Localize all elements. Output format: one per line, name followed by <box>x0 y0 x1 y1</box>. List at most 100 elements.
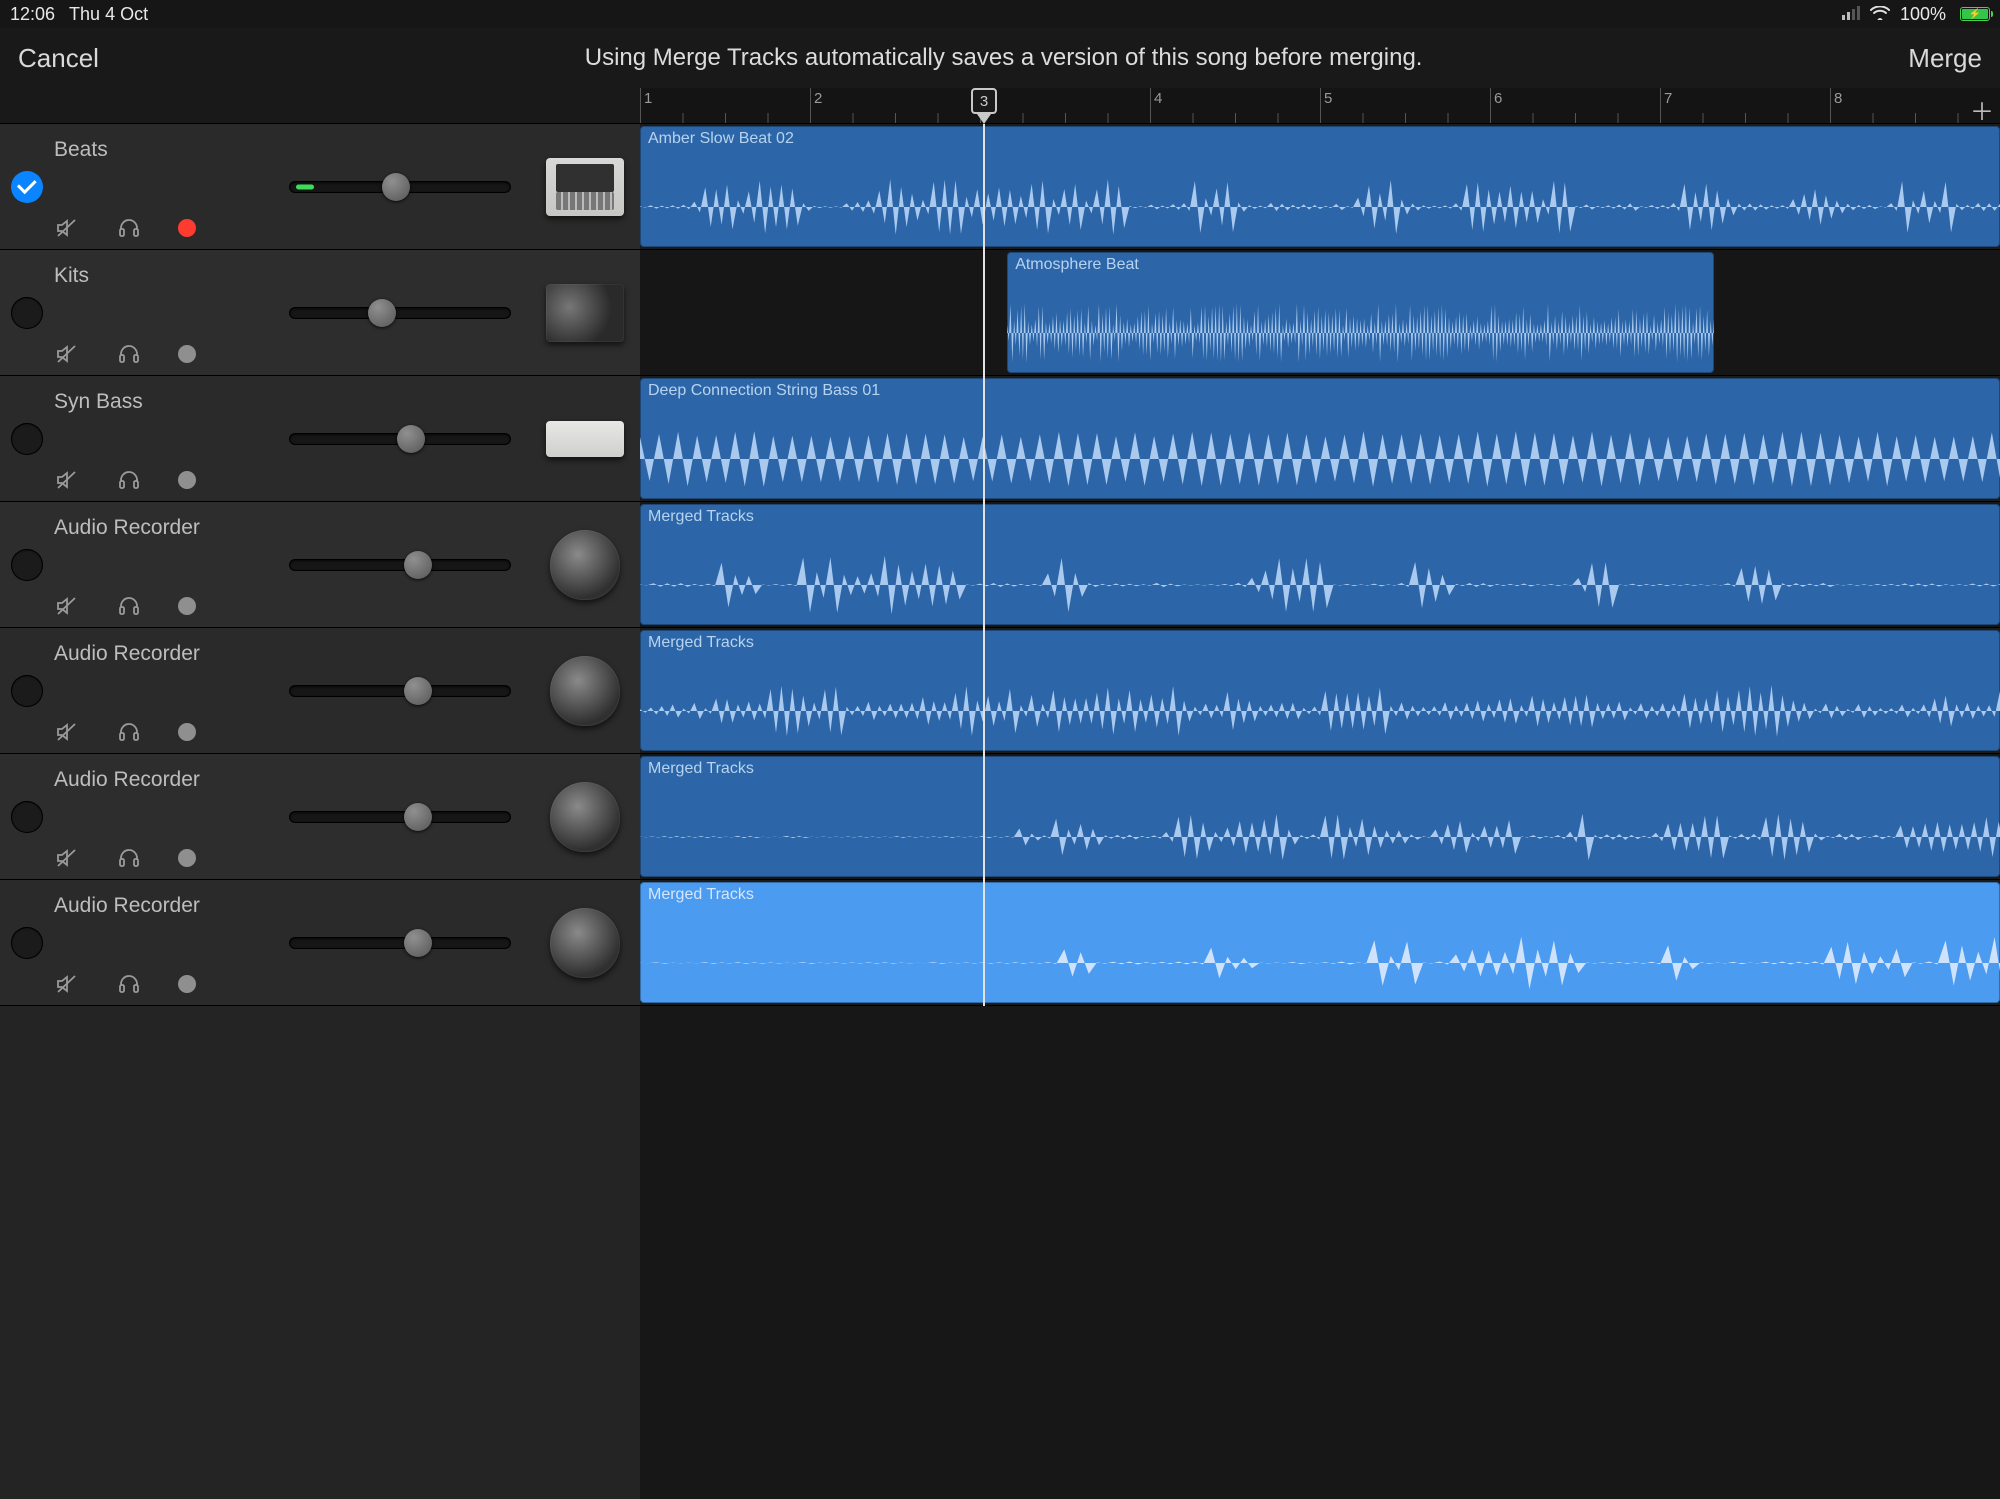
arrange-lane[interactable]: Merged Tracks <box>640 502 2000 628</box>
signal-icon <box>1842 4 1860 25</box>
timeline-ruler[interactable]: 12345678 ＋ <box>640 88 2000 124</box>
bar-number: 7 <box>1664 90 1672 107</box>
volume-slider[interactable] <box>290 686 510 696</box>
region-name: Merged Tracks <box>648 508 754 526</box>
track-row[interactable]: Audio Recorder <box>0 502 640 628</box>
volume-slider[interactable] <box>290 812 510 822</box>
arrange-area[interactable]: 12345678 ＋ Amber Slow Beat 02Atmosphere … <box>640 88 2000 1499</box>
cancel-button[interactable]: Cancel <box>18 43 99 74</box>
headphones-icon[interactable] <box>116 215 142 241</box>
track-select-radio[interactable] <box>11 171 43 203</box>
audio-region[interactable]: Atmosphere Beat <box>1007 252 1714 373</box>
mute-icon[interactable] <box>54 467 80 493</box>
instrument-icon[interactable] <box>546 284 624 342</box>
record-enable-button[interactable] <box>178 849 196 867</box>
mute-icon[interactable] <box>54 719 80 745</box>
bar-number: 4 <box>1154 90 1162 107</box>
audio-region[interactable]: Merged Tracks <box>640 504 2000 625</box>
instrument-icon[interactable] <box>550 908 620 978</box>
audio-region[interactable]: Merged Tracks <box>640 882 2000 1003</box>
volume-slider[interactable] <box>290 308 510 318</box>
audio-region[interactable]: Deep Connection String Bass 01 <box>640 378 2000 499</box>
track-row[interactable]: Kits <box>0 250 640 376</box>
track-row[interactable]: Beats <box>0 124 640 250</box>
waveform <box>640 803 2000 871</box>
headphones-icon[interactable] <box>116 845 142 871</box>
merge-button[interactable]: Merge <box>1908 43 1982 74</box>
headphones-icon[interactable] <box>116 467 142 493</box>
track-row[interactable]: Audio Recorder <box>0 754 640 880</box>
arrange-lane[interactable]: Atmosphere Beat <box>640 250 2000 376</box>
record-enable-button[interactable] <box>178 219 196 237</box>
bar-number: 5 <box>1324 90 1332 107</box>
ruler-bar[interactable]: 3 <box>980 88 1150 123</box>
statusbar: 12:06 Thu 4 Oct 100% ⚡ <box>0 0 2000 28</box>
record-enable-button[interactable] <box>178 597 196 615</box>
headphones-icon[interactable] <box>116 341 142 367</box>
bar-number: 2 <box>814 90 822 107</box>
audio-region[interactable]: Amber Slow Beat 02 <box>640 126 2000 247</box>
record-enable-button[interactable] <box>178 723 196 741</box>
track-select-radio[interactable] <box>11 297 43 329</box>
waveform <box>640 551 2000 619</box>
track-row[interactable]: Audio Recorder <box>0 880 640 1006</box>
region-name: Merged Tracks <box>648 760 754 778</box>
region-name: Merged Tracks <box>648 634 754 652</box>
mute-icon[interactable] <box>54 341 80 367</box>
ruler-bar[interactable]: 5 <box>1320 88 1490 123</box>
instrument-icon[interactable] <box>550 782 620 852</box>
track-name: Kits <box>54 264 260 288</box>
bar-number: 6 <box>1494 90 1502 107</box>
volume-slider[interactable] <box>290 182 510 192</box>
audio-region[interactable]: Merged Tracks <box>640 756 2000 877</box>
waveform <box>640 677 2000 745</box>
playhead[interactable]: 3 <box>983 124 985 1006</box>
volume-slider[interactable] <box>290 938 510 948</box>
headphones-icon[interactable] <box>116 719 142 745</box>
mute-icon[interactable] <box>54 845 80 871</box>
track-name: Audio Recorder <box>54 768 260 792</box>
record-enable-button[interactable] <box>178 345 196 363</box>
arrange-lane[interactable]: Merged Tracks <box>640 880 2000 1006</box>
ruler-bar[interactable]: 7 <box>1660 88 1830 123</box>
arrange-lane[interactable]: Merged Tracks <box>640 628 2000 754</box>
ruler-bar[interactable]: 4 <box>1150 88 1320 123</box>
track-row[interactable]: Syn Bass <box>0 376 640 502</box>
region-name: Atmosphere Beat <box>1015 256 1139 274</box>
record-enable-button[interactable] <box>178 471 196 489</box>
arrange-lane[interactable]: Deep Connection String Bass 01 <box>640 376 2000 502</box>
headphones-icon[interactable] <box>116 593 142 619</box>
statusbar-date: Thu 4 Oct <box>69 4 148 25</box>
mute-icon[interactable] <box>54 971 80 997</box>
volume-slider[interactable] <box>290 434 510 444</box>
instrument-icon[interactable] <box>546 158 624 216</box>
ruler-bar[interactable]: 6 <box>1490 88 1660 123</box>
track-select-radio[interactable] <box>11 423 43 455</box>
ruler-bar[interactable]: 1 <box>640 88 810 123</box>
track-select-radio[interactable] <box>11 927 43 959</box>
track-name: Syn Bass <box>54 390 260 414</box>
bar-number: 1 <box>644 90 652 107</box>
track-list: BeatsKitsSyn BassAudio RecorderAudio Rec… <box>0 88 640 1499</box>
volume-slider[interactable] <box>290 560 510 570</box>
record-enable-button[interactable] <box>178 975 196 993</box>
arrange-lane[interactable]: Amber Slow Beat 02 <box>640 124 2000 250</box>
add-section-button[interactable]: ＋ <box>1970 92 1994 127</box>
audio-region[interactable]: Merged Tracks <box>640 630 2000 751</box>
mute-icon[interactable] <box>54 215 80 241</box>
headphones-icon[interactable] <box>116 971 142 997</box>
track-select-radio[interactable] <box>11 675 43 707</box>
instrument-icon[interactable] <box>546 421 624 457</box>
playhead-marker[interactable]: 3 <box>971 88 997 114</box>
waveform <box>1007 299 1714 367</box>
mute-icon[interactable] <box>54 593 80 619</box>
track-row[interactable]: Audio Recorder <box>0 628 640 754</box>
track-select-radio[interactable] <box>11 549 43 581</box>
ruler-bar[interactable]: 2 <box>810 88 980 123</box>
waveform <box>640 425 2000 493</box>
instrument-icon[interactable] <box>550 530 620 600</box>
arrange-lane[interactable]: Merged Tracks <box>640 754 2000 880</box>
track-select-radio[interactable] <box>11 801 43 833</box>
waveform <box>640 929 2000 997</box>
instrument-icon[interactable] <box>550 656 620 726</box>
